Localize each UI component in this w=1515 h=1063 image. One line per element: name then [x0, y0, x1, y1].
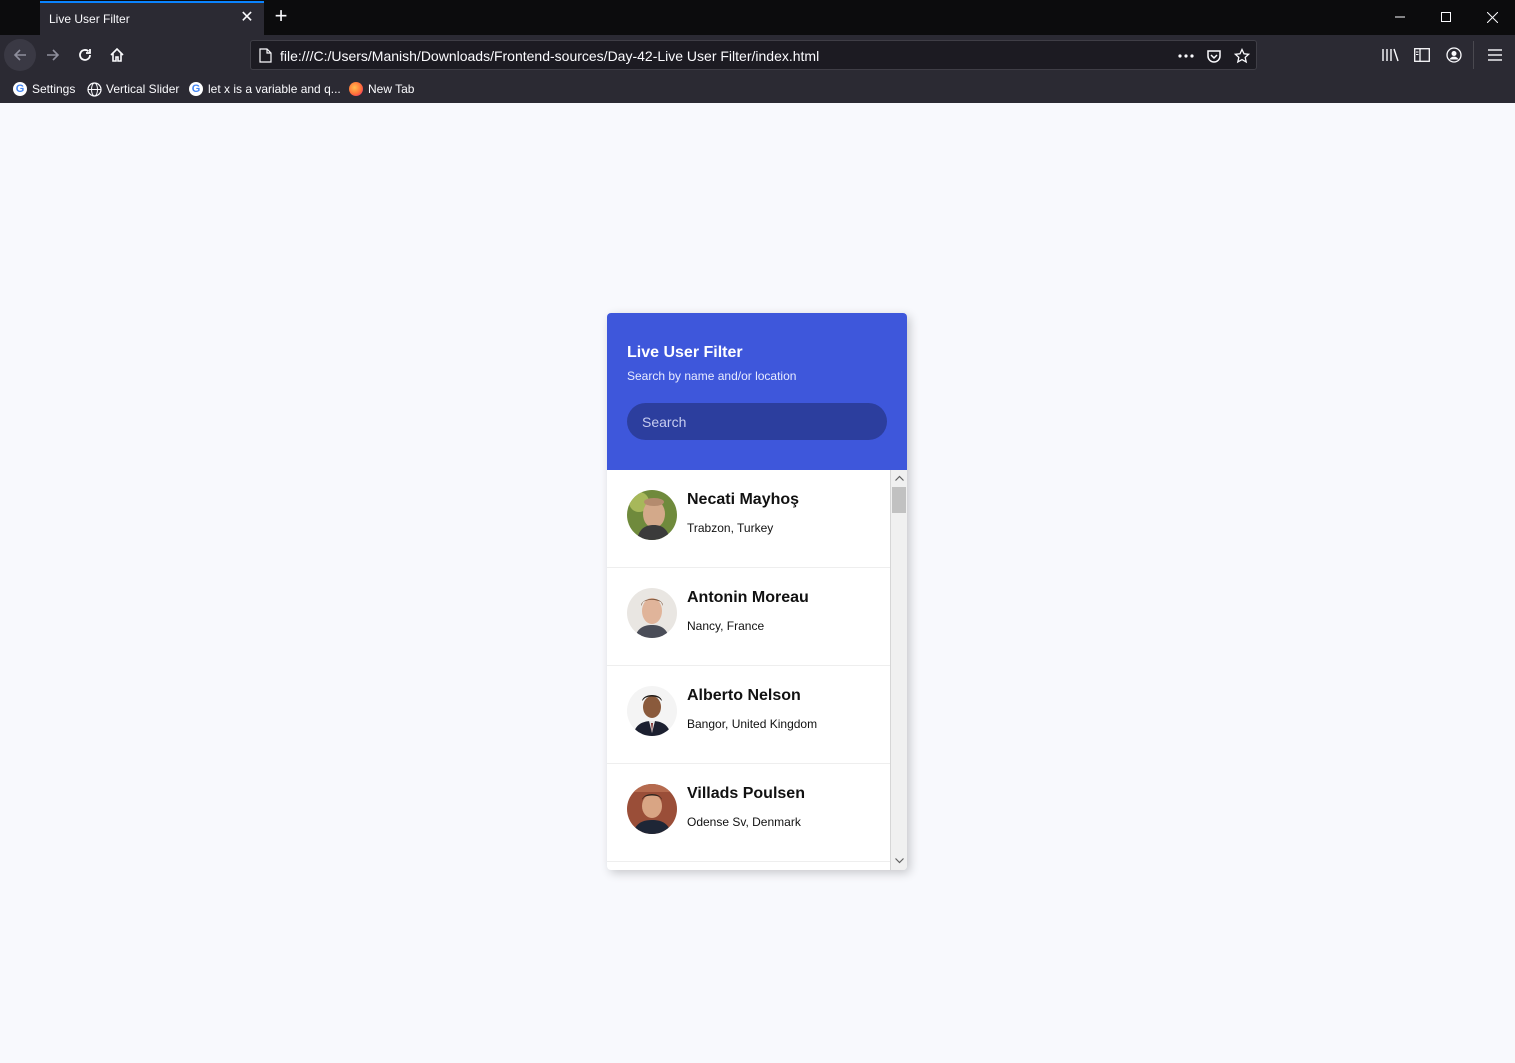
- chevron-down-icon[interactable]: [891, 853, 907, 869]
- tab-title: Live User Filter: [49, 12, 130, 26]
- bookmark-item[interactable]: New Tab: [348, 80, 414, 98]
- user-location: Nancy, France: [687, 619, 765, 633]
- bookmark-label: New Tab: [368, 82, 415, 96]
- user-name: Alberto Nelson: [687, 687, 801, 704]
- avatar: [627, 784, 677, 834]
- page-subtitle: Search by name and/or location: [627, 369, 797, 383]
- arrow-right-icon: [47, 49, 60, 61]
- menu-icon[interactable]: [1485, 45, 1505, 65]
- chevron-up-icon[interactable]: [891, 470, 907, 486]
- user-name: Villads Poulsen: [687, 785, 805, 802]
- bookmark-item[interactable]: G Settings: [12, 80, 75, 98]
- bookmark-label: let x is a variable and q...: [208, 82, 341, 96]
- bookmark-label: Vertical Slider: [106, 82, 180, 96]
- navigation-toolbar: file:///C:/Users/Manish/Downloads/Fronte…: [0, 35, 1515, 75]
- tab-live-user-filter[interactable]: Live User Filter ✕: [40, 1, 264, 35]
- reload-button[interactable]: [69, 39, 101, 71]
- user-location: Trabzon, Turkey: [687, 521, 774, 535]
- close-window-button[interactable]: [1469, 0, 1515, 34]
- url-text: file:///C:/Users/Manish/Downloads/Fronte…: [280, 48, 820, 64]
- bookmark-label: Settings: [32, 82, 76, 96]
- back-button[interactable]: [4, 39, 36, 71]
- new-tab-button[interactable]: +: [270, 5, 292, 27]
- close-tab-icon[interactable]: ✕: [239, 10, 255, 26]
- address-bar[interactable]: file:///C:/Users/Manish/Downloads/Fronte…: [250, 40, 1257, 70]
- reload-icon: [79, 49, 91, 61]
- home-icon: [110, 47, 124, 62]
- scrollbar-thumb[interactable]: [892, 487, 906, 513]
- pocket-icon[interactable]: [1205, 47, 1223, 65]
- user-list-scrollbar[interactable]: [890, 470, 907, 870]
- user-list: Necati Mayhoş Trabzon, Turkey Antonin Mo…: [607, 470, 890, 870]
- home-button[interactable]: [101, 39, 133, 71]
- arrow-left-icon: [13, 49, 26, 61]
- bookmark-star-icon[interactable]: [1233, 47, 1251, 65]
- google-icon: G: [188, 81, 204, 97]
- list-item: Antonin Moreau Nancy, France: [607, 568, 890, 666]
- minimize-icon: [1395, 16, 1405, 18]
- user-filter-card: Live User Filter Search by name and/or l…: [607, 313, 907, 870]
- globe-icon: [86, 81, 102, 97]
- minimize-window-button[interactable]: [1377, 0, 1423, 34]
- page-icon: [259, 48, 272, 68]
- avatar: [627, 686, 677, 736]
- browser-chrome: Live User Filter ✕ + file:///C:/Users/Ma…: [0, 0, 1515, 103]
- list-item: Necati Mayhoş Trabzon, Turkey: [607, 470, 890, 568]
- google-icon: G: [12, 81, 28, 97]
- avatar: [627, 490, 677, 540]
- page-actions-icon[interactable]: [1177, 47, 1195, 65]
- forward-button[interactable]: [37, 39, 69, 71]
- user-location: Bangor, United Kingdom: [687, 717, 818, 731]
- card-header: Live User Filter Search by name and/or l…: [607, 313, 907, 470]
- bookmark-item[interactable]: G let x is a variable and q...: [188, 80, 341, 98]
- list-item: Alberto Nelson Bangor, United Kingdom: [607, 666, 890, 764]
- user-name: Antonin Moreau: [687, 589, 809, 606]
- maximize-icon: [1441, 12, 1451, 22]
- page-title: Live User Filter: [627, 344, 743, 361]
- list-item: Villads Poulsen Odense Sv, Denmark: [607, 764, 890, 862]
- bookmark-item[interactable]: Vertical Slider: [86, 80, 179, 98]
- close-icon: [1486, 11, 1498, 23]
- sidebar-icon[interactable]: [1412, 45, 1432, 65]
- user-location: Odense Sv, Denmark: [687, 815, 801, 829]
- bookmarks-toolbar: G Settings Vertical Slider G let x is a …: [0, 75, 1515, 103]
- avatar: [627, 588, 677, 638]
- search-input[interactable]: [627, 403, 887, 440]
- tab-bar: Live User Filter ✕ +: [0, 0, 1515, 35]
- firefox-icon: [348, 81, 364, 97]
- maximize-window-button[interactable]: [1423, 0, 1469, 34]
- library-icon[interactable]: [1380, 45, 1400, 65]
- account-icon[interactable]: [1444, 45, 1464, 65]
- toolbar-separator: [1473, 41, 1474, 69]
- user-name: Necati Mayhoş: [687, 491, 800, 508]
